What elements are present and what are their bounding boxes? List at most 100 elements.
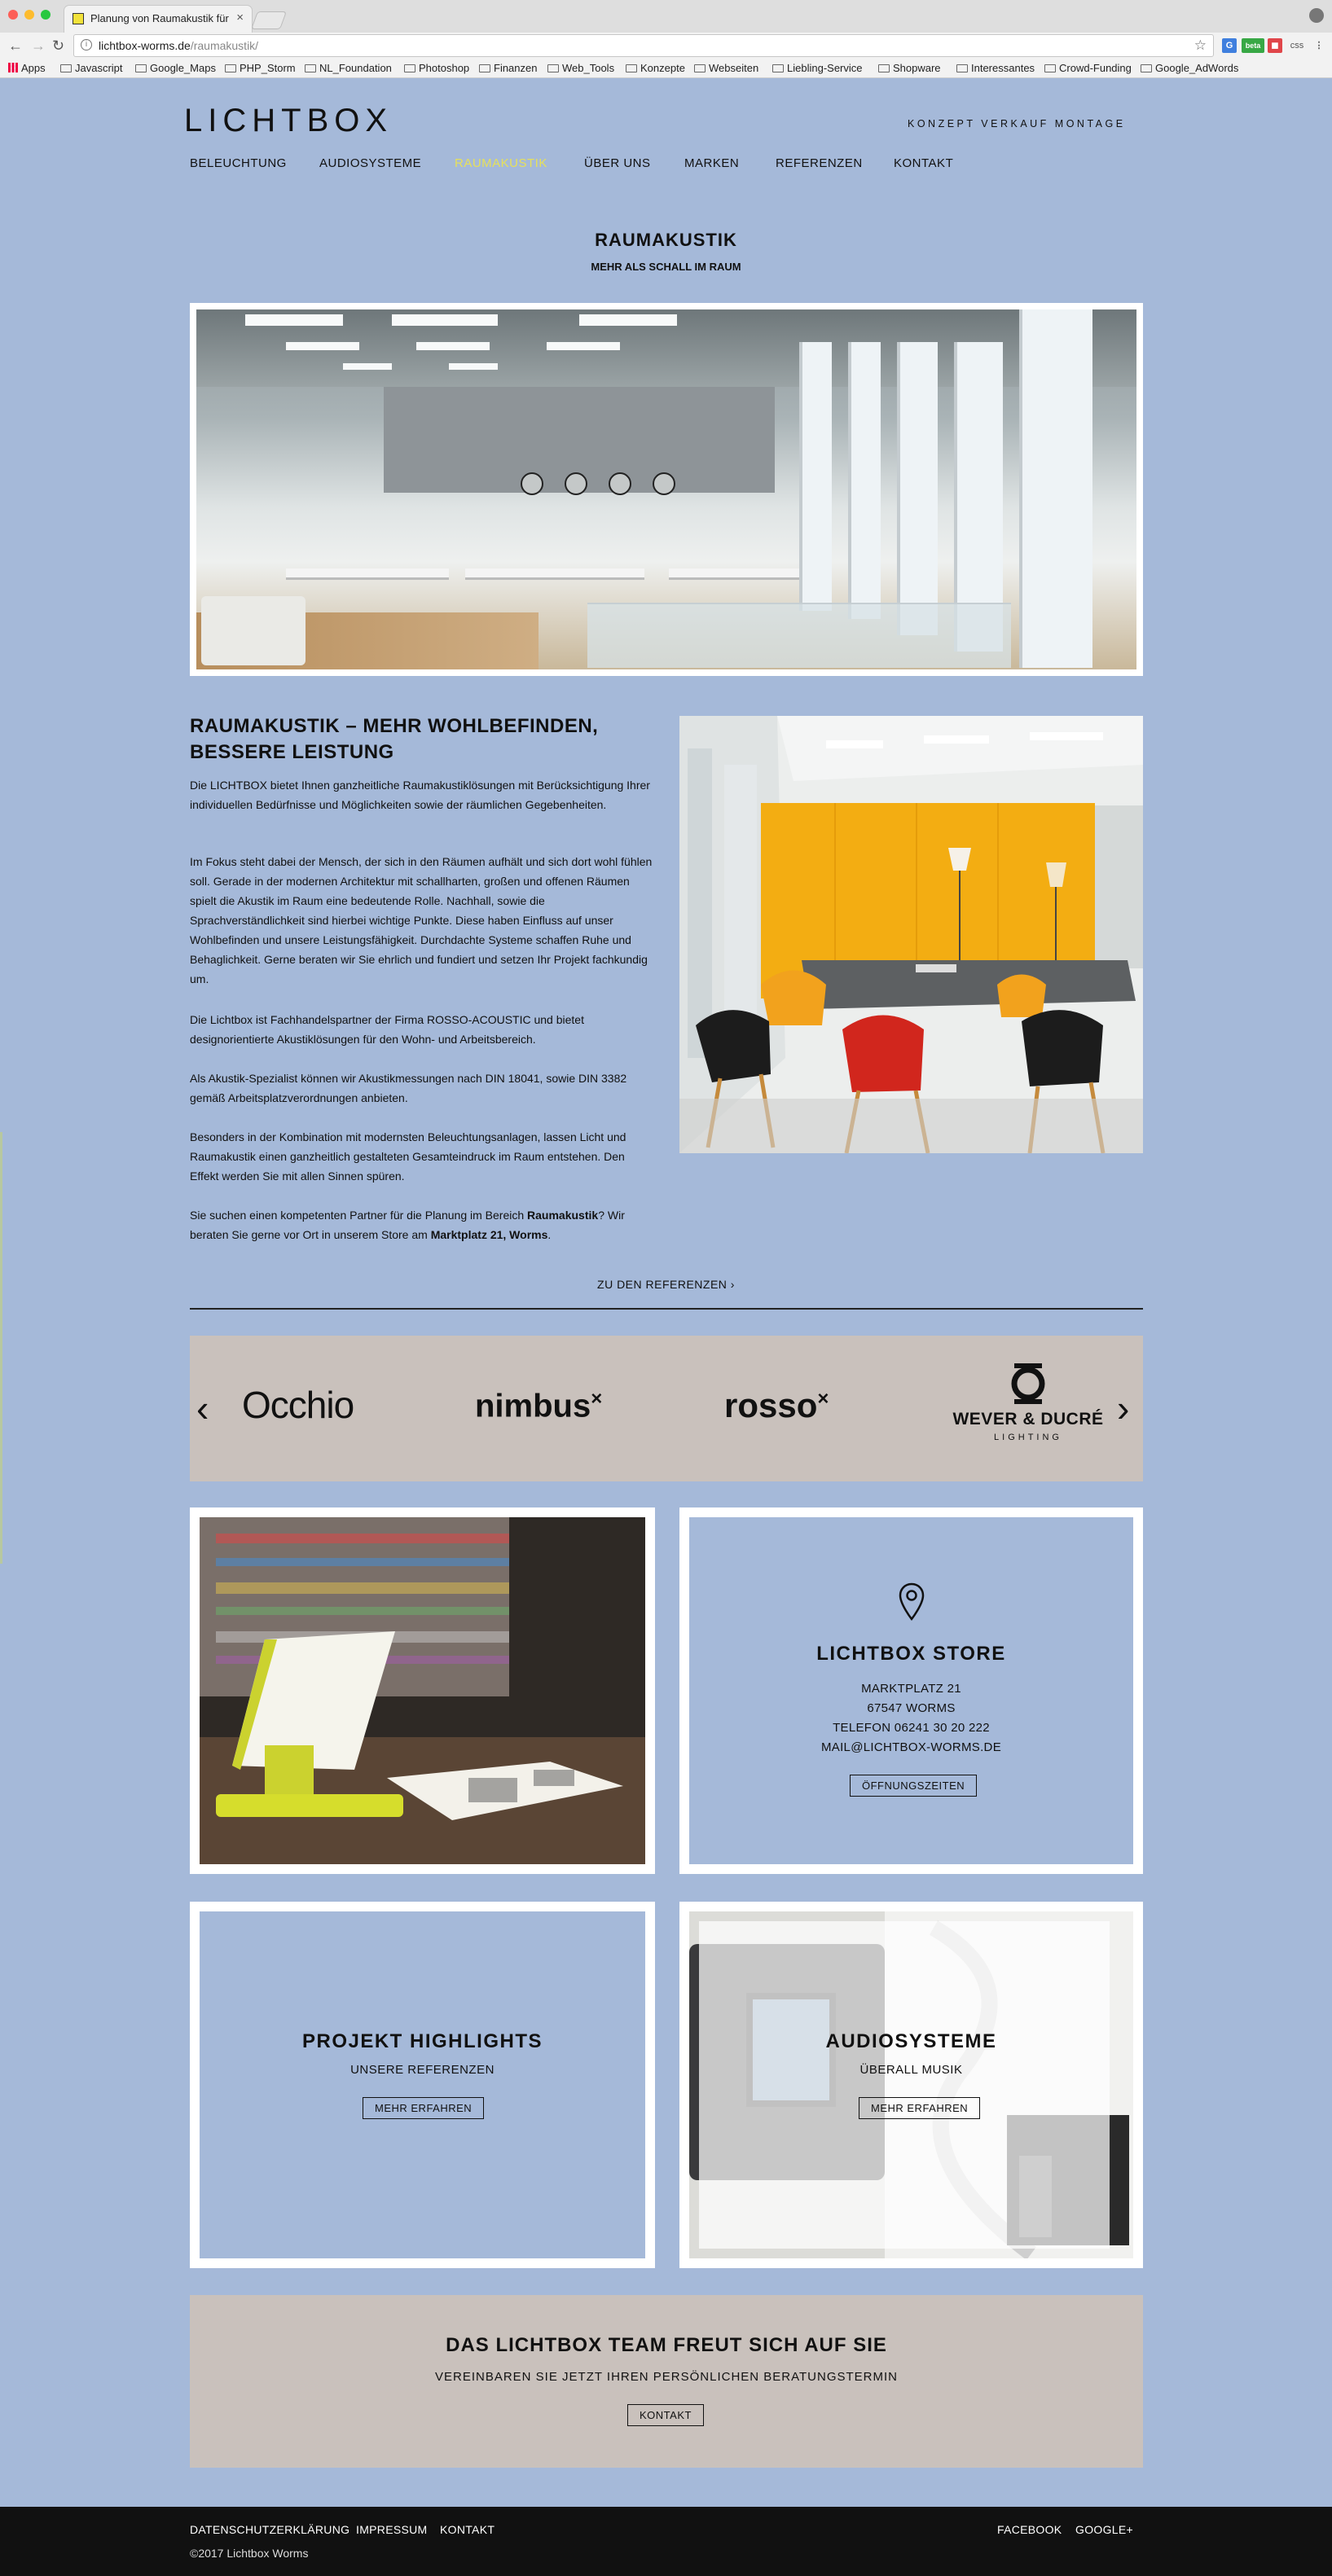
bookmark-apps[interactable]: Apps [8, 62, 46, 74]
store-email[interactable]: MAIL@LICHTBOX-WORMS.DE [689, 1740, 1133, 1754]
chevron-right-icon[interactable]: › [1117, 1386, 1129, 1430]
bookmark-folder[interactable]: Konzepte [626, 62, 685, 74]
page-edge-marker [0, 1132, 2, 1564]
nav-audiosysteme[interactable]: AUDIOSYSTEME [319, 156, 421, 170]
new-tab-button[interactable] [250, 11, 288, 29]
nav-referenzen[interactable]: REFERENZEN [776, 156, 863, 170]
bookmark-folder[interactable]: NL_Foundation [305, 62, 392, 74]
brand-logo-wever-ducre[interactable]: WEVER & DUCRÉ LIGHTING [951, 1362, 1106, 1459]
footer-link-privacy[interactable]: DATENSCHUTZERKLÄRUNG [190, 2523, 349, 2536]
brand-slider: ‹ Occhio nimbus× rosso× WEVER & DUCRÉ LI… [190, 1336, 1143, 1481]
translate-extension-icon[interactable]: G [1222, 38, 1237, 53]
bookmark-folder[interactable]: Shopware [878, 62, 941, 74]
folder-icon [878, 64, 890, 72]
nav-beleuchtung[interactable]: BELEUCHTUNG [190, 156, 287, 170]
bookmarks-bar: Apps Javascript Google_Maps PHP_Storm NL… [0, 60, 1332, 78]
bookmark-folder[interactable]: Crowd-Funding [1044, 62, 1132, 74]
chevron-left-icon[interactable]: ‹ [196, 1386, 209, 1430]
bookmark-star-icon[interactable]: ☆ [1194, 37, 1207, 54]
store-title: LICHTBOX STORE [816, 1643, 1006, 1665]
glass-partition [587, 603, 1011, 668]
brand-logo-occhio[interactable]: Occhio [242, 1383, 354, 1427]
footer-link-contact[interactable]: KONTAKT [440, 2523, 495, 2536]
bookmark-folder[interactable]: Interessantes [956, 62, 1035, 74]
info-icon[interactable]: i [81, 39, 92, 50]
profile-icon[interactable] [1309, 8, 1324, 23]
desk [669, 568, 799, 580]
bookmark-folder[interactable]: Finanzen [479, 62, 537, 74]
location-pin-icon [899, 1582, 924, 1622]
nav-marken[interactable]: MARKEN [684, 156, 739, 170]
red-extension-icon[interactable]: ◼ [1268, 38, 1282, 53]
css-extension-icon[interactable]: css [1287, 38, 1307, 53]
bookmark-folder[interactable]: PHP_Storm [225, 62, 296, 74]
article-heading: RAUMAKUSTIK – MEHR WOHLBEFINDEN, BESSERE … [190, 715, 599, 763]
ceiling-panel [416, 342, 490, 350]
clock-icon [521, 472, 543, 495]
footer-link-imprint[interactable]: IMPRESSUM [356, 2523, 428, 2536]
store-city: 67547 WORMS [867, 1701, 956, 1715]
folder-icon [135, 64, 147, 72]
folder-icon [479, 64, 490, 72]
bookmark-folder[interactable]: Photoshop [404, 62, 469, 74]
bookmark-folder[interactable]: Javascript [60, 62, 123, 74]
bookmark-folder[interactable]: Webseiten [694, 62, 758, 74]
wever-ducre-symbol-icon [1011, 1363, 1045, 1404]
close-window-icon[interactable] [8, 10, 18, 20]
beta-extension-icon[interactable]: beta [1242, 38, 1264, 53]
tab-close-icon[interactable]: × [236, 11, 244, 24]
forward-arrow-icon[interactable]: → [31, 37, 46, 55]
ceiling-panel [449, 363, 498, 370]
audio-more-button[interactable]: MEHR ERFAHREN [859, 2097, 981, 2119]
audio-tile[interactable]: AUDIOSYSTEME ÜBERALL MUSIK MEHR ERFAHREN [679, 1902, 1143, 2268]
footer-link-googleplus[interactable]: GOOGLE+ [1075, 2523, 1133, 2536]
nav-kontakt[interactable]: KONTAKT [894, 156, 953, 170]
address-bar[interactable]: i lichtbox-worms.de/raumakustik/ ☆ [73, 34, 1214, 57]
back-arrow-icon[interactable]: ← [8, 37, 23, 55]
lounge-chair [201, 596, 306, 665]
bookmark-folder[interactable]: Web_Tools [547, 62, 614, 74]
brand-logo-rosso[interactable]: rosso× [724, 1386, 829, 1425]
contact-cta: DAS LICHTBOX TEAM FREUT SICH AUF SIE VER… [190, 2295, 1143, 2468]
opening-hours-button[interactable]: ÖFFNUNGSZEITEN [850, 1775, 978, 1797]
projects-more-button[interactable]: MEHR ERFAHREN [363, 2097, 485, 2119]
ceiling-panel [547, 342, 620, 350]
folder-icon [60, 64, 72, 72]
bookmark-folder[interactable]: Google_Maps [135, 62, 216, 74]
browser-tab[interactable]: Planung von Raumakustik für Wohn- und Ar… [64, 5, 253, 33]
footer-link-facebook[interactable]: FACEBOOK [997, 2523, 1062, 2536]
ceiling-panel [286, 342, 359, 350]
bookmark-folder[interactable]: Liebling-Service [772, 62, 863, 74]
audio-subtitle: ÜBERALL MUSIK [859, 2063, 963, 2077]
store-card: LICHTBOX STORE MARKTPLATZ 21 67547 WORMS… [679, 1507, 1143, 1874]
bookmark-folder[interactable]: Google_AdWords [1141, 62, 1238, 74]
references-link[interactable]: ZU DEN REFERENZEN › [0, 1278, 1332, 1291]
hero-image-frame [190, 303, 1143, 676]
minimize-window-icon[interactable] [24, 10, 34, 20]
reload-icon[interactable]: ↻ [52, 37, 64, 55]
nav-ueber-uns[interactable]: ÜBER UNS [584, 156, 651, 170]
audio-title: AUDIOSYSTEME [825, 2030, 997, 2052]
projects-tile[interactable]: PROJEKT HIGHLIGHTS UNSERE REFERENZEN MEH… [190, 1902, 655, 2268]
window [897, 342, 938, 635]
brand-logo-nimbus[interactable]: nimbus× [475, 1388, 602, 1424]
clock-icon [565, 472, 587, 495]
maximize-window-icon[interactable] [41, 10, 51, 20]
wever-ducre-sub: LIGHTING [994, 1433, 1062, 1442]
lamp-illustration [200, 1517, 645, 1864]
store-phone[interactable]: TELEFON 06241 30 20 222 [689, 1721, 1133, 1735]
nav-raumakustik[interactable]: RAUMAKUSTIK [455, 156, 547, 170]
store-card-content: LICHTBOX STORE MARKTPLATZ 21 67547 WORMS… [689, 1517, 1133, 1864]
folder-icon [956, 64, 968, 72]
article-paragraph: Die Lichtbox ist Fachhandelspartner der … [190, 1013, 584, 1046]
contact-button[interactable]: KONTAKT [627, 2404, 704, 2426]
menu-icon[interactable]: ⋮ [1313, 38, 1325, 53]
office-hero-image [196, 309, 1136, 669]
site-footer: DATENSCHUTZERKLÄRUNG IMPRESSUM KONTAKT F… [0, 2507, 1332, 2576]
article-paragraph: Als Akustik-Spezialist können wir Akusti… [190, 1072, 627, 1104]
window [1019, 309, 1092, 668]
site-logo[interactable]: LICHTBOX [184, 103, 393, 139]
ceiling-panel [392, 314, 498, 326]
clock-icon [653, 472, 675, 495]
copyright: ©2017 Lichtbox Worms [190, 2547, 309, 2560]
